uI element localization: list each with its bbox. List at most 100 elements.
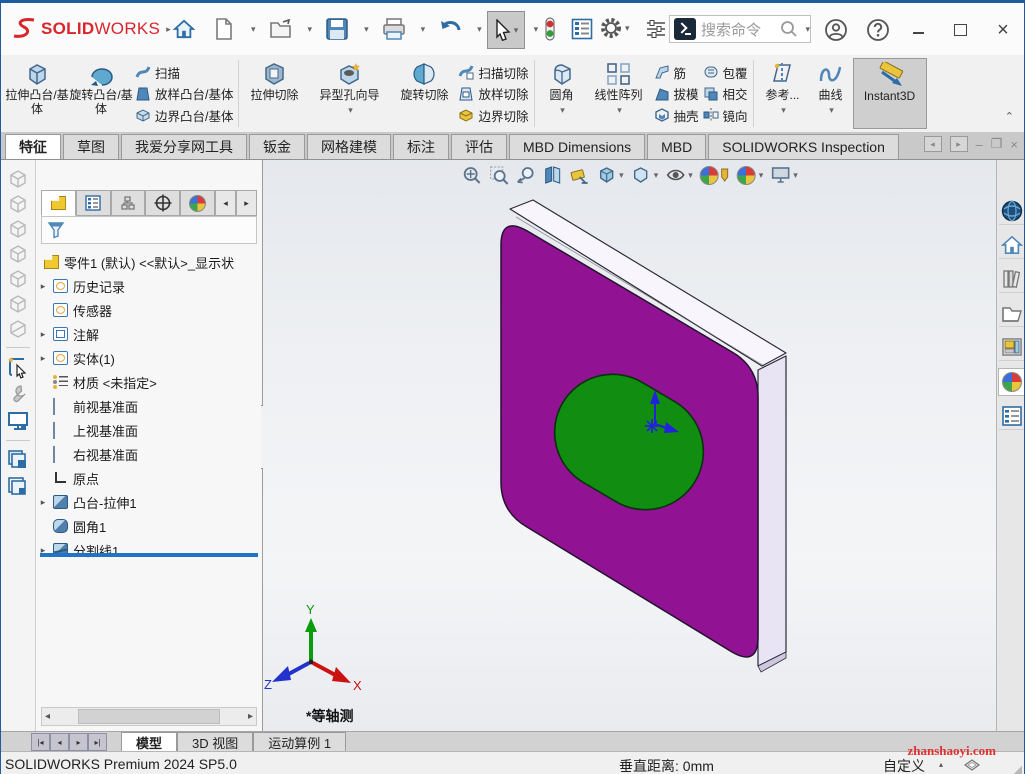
tab-nav-last-icon[interactable]: ▸|: [88, 733, 107, 751]
tab-motion-study[interactable]: 运动算例 1: [253, 732, 346, 751]
scroll-left-icon[interactable]: ◂: [45, 711, 50, 722]
tab-share-tools[interactable]: 我爱分享网工具: [121, 134, 247, 159]
select-dropdown-icon[interactable]: ▾: [514, 25, 519, 36]
tab-display-manager[interactable]: [180, 190, 215, 216]
tools-wrench-icon[interactable]: [6, 382, 30, 406]
traffic-light-icon[interactable]: [535, 13, 565, 45]
ribbon-button-draft[interactable]: 拔模: [654, 84, 699, 104]
tab-evaluate[interactable]: 评估: [451, 134, 507, 159]
curves-dropdown-icon[interactable]: ▾: [829, 105, 834, 116]
ribbon-button-boundary-cut[interactable]: 边界切除: [458, 105, 528, 125]
custom-properties-icon[interactable]: [999, 403, 1025, 430]
ribbon-button-shell[interactable]: 抽壳: [654, 105, 699, 125]
view-palette-icon[interactable]: [999, 334, 1025, 361]
ribbon-button-lofted-cut[interactable]: 放样切除: [458, 84, 528, 104]
save-dropdown-icon[interactable]: ▾: [364, 24, 369, 35]
expand-arrow-icon[interactable]: ▸: [38, 497, 48, 508]
search-icon[interactable]: [780, 20, 798, 38]
tab-sw-inspection[interactable]: SOLIDWORKS Inspection: [708, 134, 899, 159]
ribbon-button-loft-boss[interactable]: 放样凸台/基体: [135, 84, 233, 104]
ribbon-button-sweep[interactable]: 扫描: [135, 62, 233, 82]
print-button[interactable]: [379, 13, 409, 45]
ribbon-button-mirror[interactable]: 镜向: [703, 105, 748, 125]
tab-sketch[interactable]: 草图: [63, 134, 119, 159]
view-cube-icon[interactable]: [7, 168, 29, 190]
tab-dimxpert-manager[interactable]: [145, 190, 180, 216]
close-button[interactable]: ×: [988, 14, 1018, 46]
reference-dropdown-icon[interactable]: ▾: [781, 105, 786, 116]
expand-arrow-icon[interactable]: ▸: [38, 353, 48, 364]
ribbon-button-instant3d[interactable]: Instant3D: [853, 58, 927, 129]
design-library-home-icon[interactable]: [999, 232, 1025, 259]
tree-item-boss-extrude1[interactable]: ▸ 凸台-拉伸1: [38, 490, 260, 514]
expand-arrow-icon[interactable]: ▸: [38, 281, 48, 292]
tab-property-manager[interactable]: [76, 190, 111, 216]
save-button[interactable]: [322, 13, 352, 45]
scroll-right-icon[interactable]: ▸: [248, 711, 253, 722]
undo-button[interactable]: [435, 13, 465, 45]
tree-root[interactable]: 零件1 (默认) <<默认>_显示状: [38, 250, 260, 274]
search-dropdown-icon[interactable]: ▾: [805, 24, 810, 35]
display-pane-icon[interactable]: [567, 13, 597, 45]
file-explorer-icon[interactable]: [999, 300, 1025, 327]
tab-model[interactable]: 模型: [121, 732, 177, 751]
tab-mesh-modeling[interactable]: 网格建模: [307, 134, 391, 159]
ribbon-button-rib[interactable]: 筋: [654, 62, 699, 82]
tree-item-material[interactable]: 材质 <未指定>: [38, 370, 260, 394]
ribbon-button-revolve-boss[interactable]: 旋转凸台/基体: [69, 58, 133, 129]
ribbon-button-hole-wizard[interactable]: 异型孔向导 ▾: [306, 58, 392, 129]
minimize-button[interactable]: [903, 17, 933, 49]
view-cube-iso-icon[interactable]: [7, 318, 29, 340]
tab-nav-prev-icon[interactable]: ◂: [50, 733, 69, 751]
doc-restore-icon[interactable]: ❐: [991, 136, 1003, 152]
tree-item-sensors[interactable]: 传感器: [38, 298, 260, 322]
command-search[interactable]: 搜索命令 ▾: [669, 15, 811, 43]
hole-wizard-dropdown-icon[interactable]: ▾: [348, 105, 353, 116]
ribbon-button-linear-pattern[interactable]: 线性阵列 ▾: [586, 58, 652, 129]
tab-feature-manager[interactable]: [41, 190, 76, 216]
view-cube-icon[interactable]: [7, 218, 29, 240]
doc-close-icon[interactable]: ×: [1010, 137, 1018, 152]
tree-item-front-plane[interactable]: 前视基准面: [38, 394, 260, 418]
tab-nav-first-icon[interactable]: |◂: [31, 733, 50, 751]
tag-sheet-icon[interactable]: [963, 757, 981, 773]
tree-item-annotations[interactable]: ▸ 注解: [38, 322, 260, 346]
tree-item-fillet1[interactable]: 圆角1: [38, 514, 260, 538]
tab-sheet-metal[interactable]: 钣金: [249, 134, 305, 159]
doc-forward-icon[interactable]: ▸: [950, 136, 968, 152]
select-tool-button[interactable]: ▾: [487, 11, 525, 49]
tree-item-right-plane[interactable]: 右视基准面: [38, 442, 260, 466]
ribbon-button-curves[interactable]: 曲线 ▾: [809, 58, 853, 129]
view-cube-icon[interactable]: [7, 243, 29, 265]
new-document-dropdown-icon[interactable]: ▾: [251, 24, 256, 35]
panel-tabs-scroll-left-icon[interactable]: ◂: [215, 190, 236, 216]
expand-arrow-icon[interactable]: ▸: [38, 329, 48, 340]
ribbon-button-revolved-cut[interactable]: 旋转切除: [392, 58, 456, 129]
doc-back-icon[interactable]: ◂: [924, 136, 942, 152]
home-button[interactable]: [169, 13, 199, 45]
part-side-face[interactable]: [758, 356, 786, 666]
fillet-dropdown-icon[interactable]: ▾: [560, 105, 565, 116]
ribbon-button-swept-cut[interactable]: 扫描切除: [458, 62, 528, 82]
help-icon[interactable]: [863, 14, 893, 46]
configuration-expander-icon[interactable]: ▴: [939, 760, 943, 769]
design-library-icon[interactable]: [999, 266, 1025, 293]
layers-back-icon[interactable]: [6, 475, 30, 499]
tab-mbd[interactable]: MBD: [647, 134, 706, 159]
tab-3d-views[interactable]: 3D 视图: [177, 732, 253, 751]
edit-sketch-icon[interactable]: [6, 355, 30, 379]
tab-nav-next-icon[interactable]: ▸: [69, 733, 88, 751]
view-cube-icon[interactable]: [7, 293, 29, 315]
ribbon-button-extruded-cut[interactable]: 拉伸切除: [242, 58, 306, 129]
appearances-scenes-icon[interactable]: [998, 368, 1025, 396]
tree-item-history[interactable]: ▸ 历史记录: [38, 274, 260, 298]
graphics-viewport[interactable]: ▾ ▾ ▾ ▾: [263, 160, 996, 731]
ribbon-button-extrude-boss[interactable]: 拉伸凸台/基体: [5, 58, 69, 129]
undo-dropdown-icon[interactable]: ▾: [477, 24, 482, 35]
view-cube-icon[interactable]: [7, 268, 29, 290]
tab-features[interactable]: 特征: [5, 134, 61, 159]
ribbon-button-fillet[interactable]: 圆角 ▾: [538, 58, 586, 129]
new-document-button[interactable]: [209, 13, 239, 45]
account-icon[interactable]: [821, 14, 851, 46]
display-monitor-icon[interactable]: [6, 409, 30, 433]
